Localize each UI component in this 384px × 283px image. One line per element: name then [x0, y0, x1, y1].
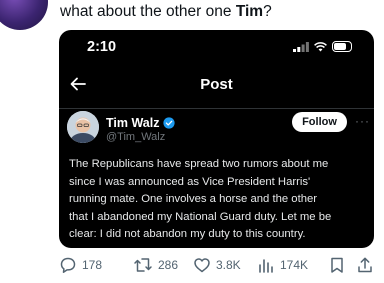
author-avatar[interactable] — [67, 111, 99, 143]
views-icon — [259, 259, 273, 273]
verified-badge-icon — [163, 117, 176, 129]
status-bar-time: 2:10 — [87, 39, 117, 55]
battery-icon — [332, 41, 352, 52]
views-count: 174K — [280, 258, 309, 272]
repost-count: 286 — [158, 258, 179, 272]
author-name: Tim Walz — [106, 116, 160, 130]
author-handle[interactable]: @Tim_Walz — [106, 131, 165, 143]
embedded-screenshot[interactable]: 2:10 Post Tim Walz @Tim_Walz Follow ··· … — [59, 30, 374, 248]
share-icon — [358, 257, 372, 273]
follow-button[interactable]: Follow — [292, 112, 347, 132]
tweet-text-suffix: ? — [263, 3, 272, 20]
repost-button[interactable]: 286 — [133, 256, 178, 274]
repost-icon — [134, 258, 152, 272]
share-button[interactable] — [356, 256, 374, 274]
reply-button[interactable]: 178 — [59, 256, 102, 274]
tweet-text-bold: Tim — [235, 3, 264, 20]
reply-count: 178 — [82, 258, 103, 272]
tweet-text-prefix: what about the other one — [60, 3, 236, 20]
status-bar-icons — [293, 41, 352, 52]
post-body-line: running mate. One involves a horse and t… — [69, 193, 318, 206]
like-button[interactable]: 3.8K — [193, 256, 241, 274]
author-photo-icon — [67, 111, 99, 143]
header-divider — [59, 108, 374, 109]
page-title: Post — [200, 76, 233, 93]
bookmark-icon — [331, 257, 343, 273]
post-body-line: that I abandoned my National Guard duty.… — [69, 210, 332, 223]
more-options-icon[interactable]: ··· — [355, 114, 370, 128]
author-name-row[interactable]: Tim Walz — [106, 116, 176, 130]
signal-icon — [293, 41, 309, 52]
post-body-line: clear: I did not abandon my duty to this… — [69, 228, 306, 241]
wifi-icon — [314, 41, 327, 51]
tweet-text: what about the other one Tim? — [60, 3, 272, 21]
reply-icon — [60, 257, 76, 273]
bookmark-button[interactable] — [329, 256, 345, 274]
post-body-line: since I was announced as Vice President … — [69, 175, 311, 188]
user-avatar[interactable] — [0, 0, 48, 30]
post-body: The Republicans have spread two rumors a… — [69, 156, 371, 244]
like-count: 3.8K — [216, 258, 241, 272]
heart-icon — [194, 258, 210, 273]
views-button[interactable]: 174K — [257, 256, 308, 274]
action-bar: 178 286 3.8K 174K — [59, 256, 379, 276]
post-body-line: The Republicans have spread two rumors a… — [69, 158, 329, 170]
